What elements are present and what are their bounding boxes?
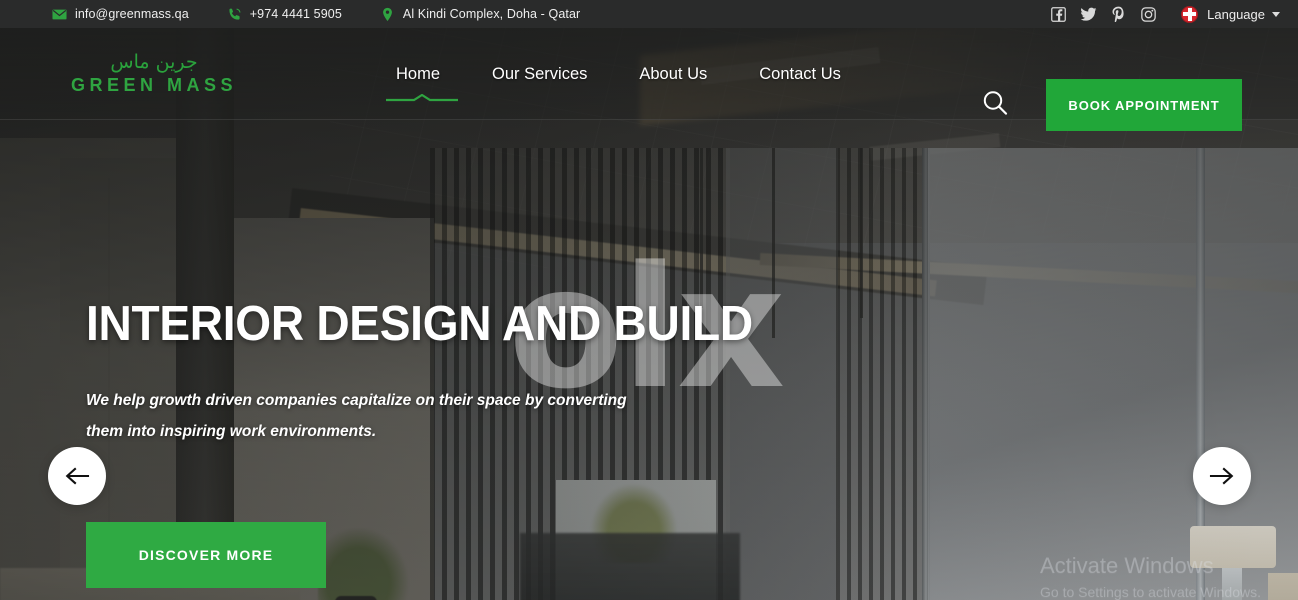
arrow-left-icon: [64, 467, 90, 485]
top-utility-bar: info@greenmass.qa +974 4441 5905 Al Kind…: [0, 0, 1298, 28]
search-icon: [980, 91, 1010, 122]
phone-icon: [227, 7, 242, 22]
nav-item-home[interactable]: Home: [386, 28, 466, 120]
map-pin-icon: [380, 7, 395, 22]
active-nav-indicator: [386, 88, 458, 102]
site-logo[interactable]: جرين ماس GREEN MASS: [54, 52, 254, 96]
slider-prev-button[interactable]: [48, 447, 106, 505]
chevron-down-icon[interactable]: [1272, 11, 1280, 17]
language-flag-icon: [1181, 5, 1199, 23]
nav-label-our-services: Our Services: [492, 64, 588, 83]
language-label[interactable]: Language: [1207, 7, 1265, 22]
contact-phone-text: +974 4441 5905: [249, 7, 342, 21]
webpage-screenshot: olx INTERIOR DESIGN AND BUILD We help gr…: [0, 0, 1298, 600]
twitter-icon[interactable]: [1073, 1, 1103, 27]
envelope-icon: [52, 7, 67, 22]
contact-email-text: info@greenmass.qa: [75, 7, 189, 21]
discover-more-button[interactable]: DISCOVER MORE: [86, 522, 326, 588]
hero-subtitle: We help growth driven companies capitali…: [86, 392, 627, 440]
contact-address-text: Al Kindi Complex, Doha - Qatar: [402, 7, 581, 21]
book-appointment-button[interactable]: BOOK APPOINTMENT: [1046, 79, 1242, 131]
search-button[interactable]: [980, 88, 1010, 123]
main-navigation: Home Our Services About Us Contact Us: [386, 28, 867, 120]
hero-content: INTERIOR DESIGN AND BUILD We help growth…: [86, 300, 786, 447]
nav-label-about-us: About Us: [639, 64, 708, 83]
hero-title: INTERIOR DESIGN AND BUILD: [86, 297, 753, 351]
instagram-icon[interactable]: [1133, 1, 1163, 27]
nav-item-about-us[interactable]: About Us: [613, 28, 733, 120]
nav-label-home: Home: [396, 64, 441, 83]
topbar-right-group: Language: [1043, 1, 1298, 27]
contact-address[interactable]: Al Kindi Complex, Doha - Qatar: [380, 7, 580, 22]
slider-next-button[interactable]: [1193, 447, 1251, 505]
arrow-right-icon: [1209, 467, 1235, 485]
contact-info-group: info@greenmass.qa +974 4441 5905 Al Kind…: [0, 7, 618, 22]
logo-english-text: GREEN MASS: [70, 74, 238, 95]
pinterest-icon[interactable]: [1103, 1, 1133, 27]
nav-item-our-services[interactable]: Our Services: [466, 28, 613, 120]
nav-item-contact-us[interactable]: Contact Us: [733, 28, 867, 120]
contact-phone[interactable]: +974 4441 5905: [227, 7, 342, 22]
nav-label-contact-us: Contact Us: [759, 64, 841, 83]
facebook-icon[interactable]: [1043, 1, 1073, 27]
logo-arabic-text: جرين ماس: [110, 51, 198, 73]
contact-email[interactable]: info@greenmass.qa: [52, 7, 189, 22]
site-header: جرين ماس GREEN MASS Home Our Services Ab…: [0, 28, 1298, 131]
